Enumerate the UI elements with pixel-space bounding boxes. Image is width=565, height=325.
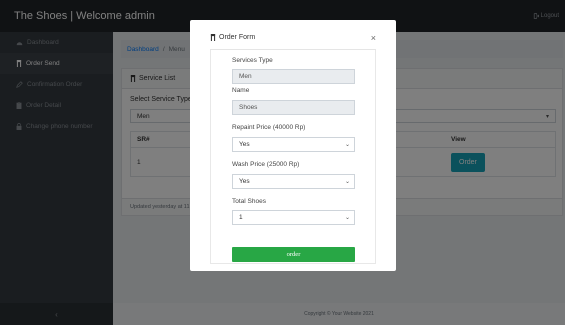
chevron-down-icon: ⌄ — [344, 142, 350, 148]
store-icon — [210, 34, 216, 41]
wash-price-select[interactable]: Yes ⌄ — [232, 174, 355, 189]
name-field: Shoes — [232, 100, 355, 115]
modal-title: Order Form — [219, 34, 256, 41]
services-type-label: Services Type — [232, 57, 273, 64]
name-value: Shoes — [239, 104, 258, 111]
repaint-price-value: Yes — [239, 141, 250, 148]
name-label: Name — [232, 87, 250, 94]
services-type-value: Men — [239, 73, 252, 80]
total-shoes-label: Total Shoes — [232, 198, 266, 205]
wash-price-label: Wash Price (25000 Rp) — [232, 161, 300, 168]
repaint-price-label: Repaint Price (40000 Rp) — [232, 124, 306, 131]
total-shoes-select[interactable]: 1 ⌄ — [232, 210, 355, 225]
modal-body: Services Type Men Name Shoes Repaint Pri… — [210, 50, 376, 264]
order-submit-button[interactable]: order — [232, 247, 355, 262]
total-shoes-value: 1 — [239, 214, 243, 221]
order-form-modal: Order Form × Services Type Men Name Shoe… — [190, 20, 396, 271]
modal-header: Order Form × — [210, 26, 376, 50]
services-type-field: Men — [232, 69, 355, 84]
repaint-price-select[interactable]: Yes ⌄ — [232, 137, 355, 152]
close-icon[interactable]: × — [371, 33, 376, 43]
chevron-down-icon: ⌄ — [344, 179, 350, 185]
chevron-down-icon: ⌄ — [344, 215, 350, 221]
wash-price-value: Yes — [239, 178, 250, 185]
